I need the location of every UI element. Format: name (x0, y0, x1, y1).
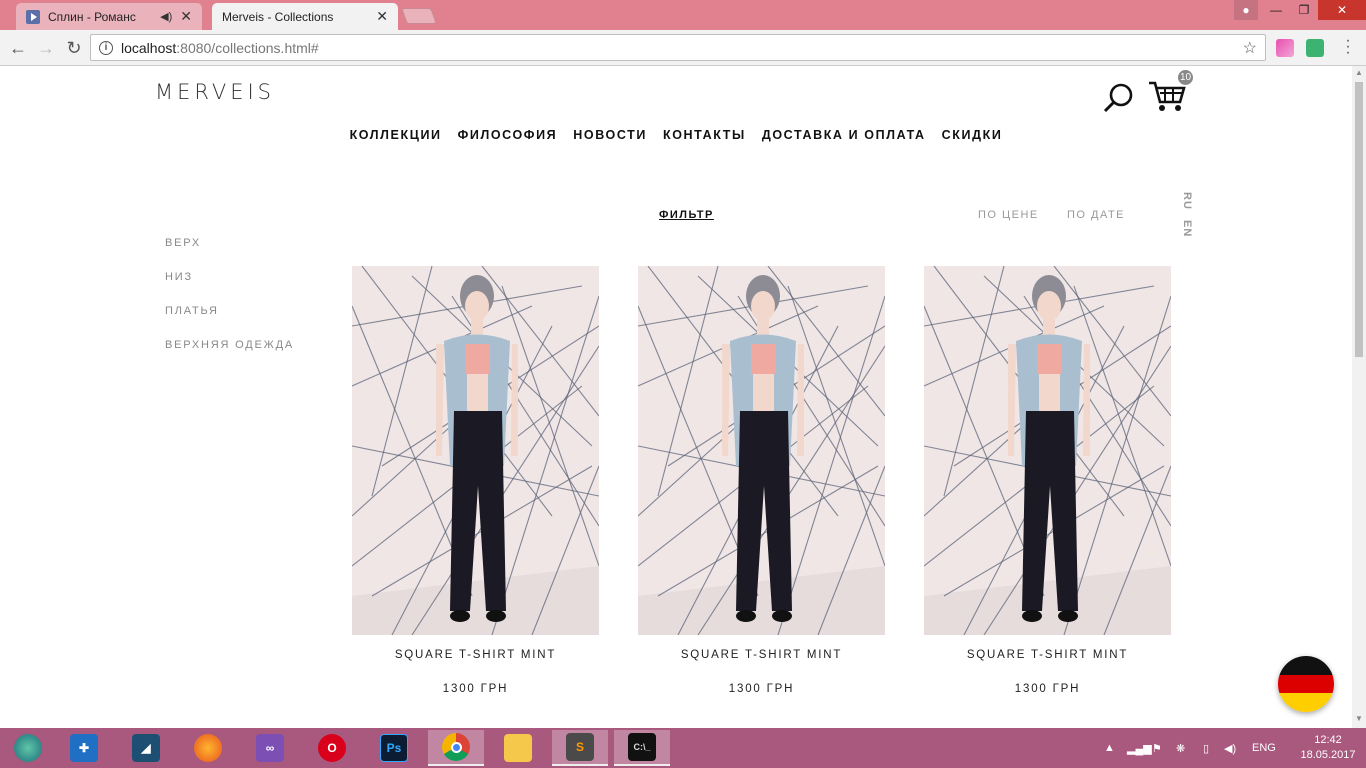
category-bottoms[interactable]: НИЗ (165, 271, 193, 283)
action-center-flag-icon[interactable]: ⚑ (1152, 728, 1162, 768)
product-photo[interactable] (352, 266, 599, 635)
taskbar-chrome[interactable] (428, 730, 484, 766)
terminal-icon: C:\_ (628, 733, 656, 761)
taskbar-sublime[interactable]: S (552, 730, 608, 766)
product-price: 1300 ГРН (1014, 683, 1081, 695)
nav-contacts[interactable]: КОНТАКТЫ (663, 128, 746, 142)
nav-discounts[interactable]: СКИДКИ (942, 128, 1003, 142)
lang-en[interactable]: EN (1181, 220, 1193, 237)
extension-icon[interactable] (1276, 39, 1294, 57)
product-card[interactable]: SQUARE T-SHIRT MINT 1300 ГРН (352, 266, 599, 695)
shield-icon: ✚ (70, 734, 98, 762)
chrome-icon (442, 733, 470, 761)
sort-by-date[interactable]: ПО ДАТЕ (1067, 209, 1125, 221)
menu-icon[interactable]: · · · (1342, 33, 1354, 61)
sublime-text-icon: S (566, 733, 594, 761)
close-tab-icon[interactable]: ✕ (376, 8, 388, 25)
bookmark-star-icon[interactable]: ☆ (1243, 38, 1257, 58)
network-icon[interactable]: ▂▄▆ (1127, 728, 1152, 768)
tab-title: Merveis - Collections (222, 9, 334, 24)
scrollbar-thumb[interactable] (1355, 82, 1363, 357)
maximize-icon[interactable]: ❐ (1290, 0, 1318, 20)
nav-news[interactable]: НОВОСТИ (573, 128, 647, 142)
product-image (924, 266, 1171, 635)
tab-splin[interactable]: Сплин - Романс ◀) ✕ (16, 3, 202, 30)
folder-icon (504, 734, 532, 762)
settings-tray-icon[interactable]: ❋ (1176, 728, 1185, 768)
browser-tab-bar: Сплин - Романс ◀) ✕ Merveis - Collection… (0, 0, 1366, 83)
taskbar-mysql[interactable]: ◢ (118, 730, 174, 766)
filter-link[interactable]: ФИЛЬТР (659, 209, 714, 221)
dolphin-icon: ◢ (132, 734, 160, 762)
category-outerwear[interactable]: ВЕРХНЯЯ ОДЕЖДА (165, 339, 294, 351)
main-navigation: КОЛЛЕКЦИИ ФИЛОСОФИЯ НОВОСТИ КОНТАКТЫ ДОС… (0, 128, 1352, 142)
taskbar-defender[interactable]: ✚ (56, 730, 112, 766)
scroll-down-icon[interactable]: ▼ (1355, 714, 1363, 723)
video-favicon-icon (26, 9, 40, 24)
url-host: localhost (121, 39, 177, 56)
cart-count-badge: 10 (1178, 70, 1193, 85)
product-name[interactable]: SQUARE T-SHIRT MINT (638, 649, 885, 661)
visual-studio-icon: ∞ (256, 734, 284, 762)
back-arrow-icon[interactable]: ← (8, 38, 28, 58)
taskbar-opera[interactable]: O (304, 730, 360, 766)
nav-delivery[interactable]: ДОСТАВКА И ОПЛАТА (762, 128, 926, 142)
new-tab-button[interactable] (401, 8, 437, 24)
profile-icon[interactable]: ● (1234, 0, 1258, 20)
firefox-icon (194, 734, 222, 762)
product-price: 1300 ГРН (728, 683, 795, 695)
nav-collections[interactable]: КОЛЛЕКЦИИ (350, 128, 442, 142)
search-icon[interactable] (1103, 82, 1135, 114)
start-icon (14, 734, 42, 762)
taskbar-visual-studio[interactable]: ∞ (242, 730, 298, 766)
tab-merveis[interactable]: Merveis - Collections ✕ (212, 3, 398, 83)
taskbar-cmd[interactable]: C:\_ (614, 730, 670, 766)
url-path: :8080/collections.html# (176, 39, 319, 56)
product-photo[interactable] (638, 266, 885, 635)
clock[interactable]: 12:42 18.05.2017 (1298, 733, 1358, 763)
product-card[interactable]: SQUARE T-SHIRT MINT 1300 ГРН (924, 266, 1171, 695)
taskbar-firefox[interactable] (180, 730, 236, 766)
volume-icon[interactable]: ◀) (1224, 728, 1236, 768)
product-price: 1300 ГРН (442, 683, 509, 695)
product-image (638, 266, 885, 635)
category-dresses[interactable]: ПЛАТЬЯ (165, 305, 219, 317)
product-name[interactable]: SQUARE T-SHIRT MINT (924, 649, 1171, 661)
tray-up-arrow-icon[interactable]: ▲ (1104, 728, 1115, 768)
close-window-icon[interactable]: ✕ (1318, 0, 1366, 20)
german-flag-icon[interactable] (1278, 656, 1334, 712)
battery-icon[interactable]: ▯ (1203, 728, 1209, 768)
forward-arrow-icon[interactable]: → (36, 38, 56, 58)
taskbar-photoshop[interactable]: Ps (366, 730, 422, 766)
page-scrollbar[interactable]: ▲ ▼ (1352, 66, 1366, 728)
extension-icon[interactable] (1306, 39, 1324, 57)
site-logo[interactable]: MERVEIS (155, 80, 275, 104)
opera-icon: O (318, 734, 346, 762)
page-content: MERVEIS 10 КОЛЛЕКЦИИ ФИЛОСОФИЯ НОВОСТИ К… (0, 66, 1352, 728)
browser-toolbar: ← → ↻ i localhost:8080/collections.html#… (0, 30, 1366, 66)
info-icon[interactable]: i (99, 40, 113, 55)
keyboard-language[interactable]: ENG (1252, 728, 1276, 768)
clock-time: 12:42 (1314, 734, 1342, 746)
address-bar[interactable]: i localhost:8080/collections.html# ☆ (90, 34, 1266, 61)
minimize-icon[interactable]: — (1262, 0, 1290, 20)
reload-icon[interactable]: ↻ (64, 38, 84, 58)
product-photo[interactable] (924, 266, 1171, 635)
close-tab-icon[interactable]: ✕ (180, 8, 192, 25)
photoshop-icon: Ps (380, 734, 408, 762)
lang-ru[interactable]: RU (1181, 192, 1193, 210)
clock-date: 18.05.2017 (1300, 749, 1356, 761)
product-name[interactable]: SQUARE T-SHIRT MINT (352, 649, 599, 661)
sort-by-price[interactable]: ПО ЦЕНЕ (978, 209, 1039, 221)
nav-philosophy[interactable]: ФИЛОСОФИЯ (458, 128, 558, 142)
tab-title: Сплин - Романс (48, 9, 136, 24)
scroll-up-icon[interactable]: ▲ (1355, 68, 1363, 77)
start-button[interactable] (0, 730, 56, 766)
speaker-icon[interactable]: ◀) (160, 10, 172, 23)
product-card[interactable]: SQUARE T-SHIRT MINT 1300 ГРН (638, 266, 885, 695)
windows-taskbar: ✚ ◢ ∞ O Ps S C:\_ ▲ ▂▄▆ ⚑ ❋ ▯ ◀) ENG 12:… (0, 728, 1366, 768)
taskbar-explorer[interactable] (490, 730, 546, 766)
category-tops[interactable]: ВЕРХ (165, 237, 201, 249)
product-image (352, 266, 599, 635)
